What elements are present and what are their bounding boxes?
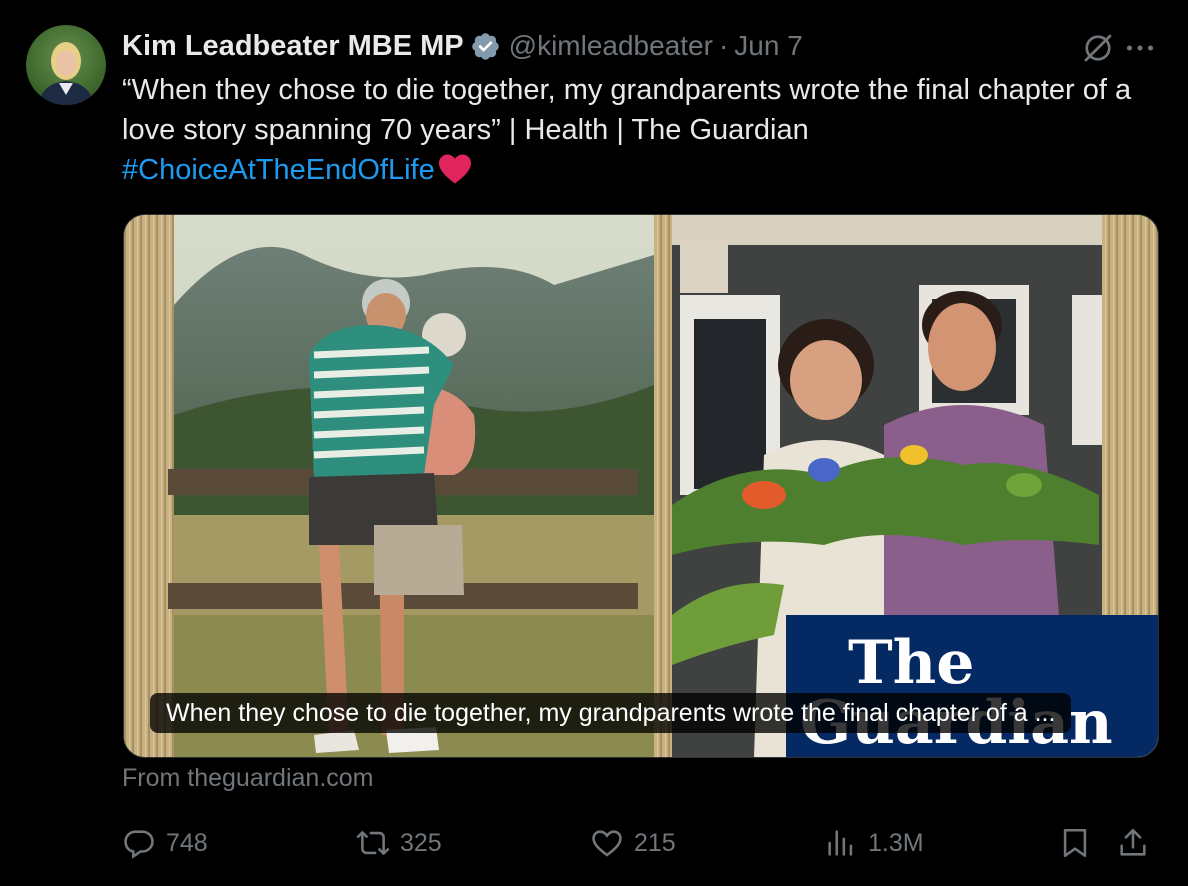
hashtag-link[interactable]: #ChoiceAtTheEndOfLife — [122, 154, 435, 186]
reply-button[interactable]: 748 — [122, 818, 208, 868]
views-button[interactable]: 1.3M — [824, 818, 924, 868]
like-count: 215 — [634, 828, 676, 857]
bookmark-icon — [1063, 828, 1087, 858]
post-date[interactable]: Jun 7 — [734, 30, 803, 62]
share-icon — [1120, 828, 1146, 856]
views-count: 1.3M — [868, 828, 924, 857]
grok-icon[interactable] — [1080, 30, 1116, 66]
author-name[interactable]: Kim Leadbeater MBE MP — [122, 30, 464, 63]
like-icon — [592, 830, 622, 857]
card-source[interactable]: From theguardian.com — [122, 764, 374, 793]
more-icon[interactable] — [1122, 30, 1158, 66]
red-heart-icon — [438, 154, 471, 184]
avatar-photo — [38, 42, 94, 105]
tweet-text-main: “When they chose to die together, my gra… — [122, 74, 1132, 146]
reply-count: 748 — [166, 828, 208, 857]
tweet-header: Kim Leadbeater MBE MP @kimleadbeater · J… — [122, 26, 1158, 66]
views-icon — [828, 830, 853, 856]
share-button[interactable] — [1116, 818, 1160, 868]
repost-icon — [356, 831, 390, 855]
tweet-text: “When they chose to die together, my gra… — [122, 70, 1162, 190]
verified-badge-icon[interactable] — [470, 31, 501, 62]
card-caption: When they chose to die together, my gran… — [150, 693, 1072, 733]
repost-count: 325 — [400, 828, 442, 857]
link-card[interactable]: The Guardian When they chose to die toge… — [123, 214, 1159, 758]
left-photo — [168, 215, 654, 757]
action-bar: 748 325 215 1.3M — [122, 818, 1158, 868]
article-image: The Guardian — [124, 215, 1158, 757]
separator: · — [718, 30, 729, 61]
author-handle[interactable]: @kimleadbeater — [509, 30, 713, 62]
avatar[interactable] — [26, 25, 106, 105]
guardian-logo: The Guardian — [786, 615, 1158, 757]
like-button[interactable]: 215 — [590, 818, 676, 868]
bookmark-button[interactable] — [1058, 818, 1102, 868]
reply-icon — [124, 830, 154, 859]
repost-button[interactable]: 325 — [356, 818, 442, 868]
